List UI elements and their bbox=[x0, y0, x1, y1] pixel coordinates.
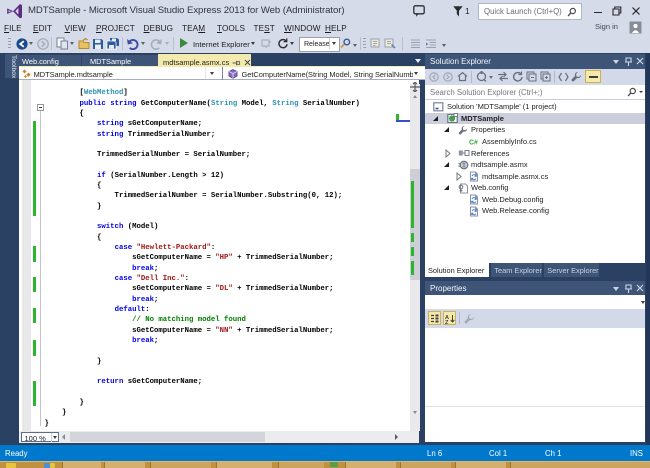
svg-text:C#: C# bbox=[469, 139, 478, 146]
